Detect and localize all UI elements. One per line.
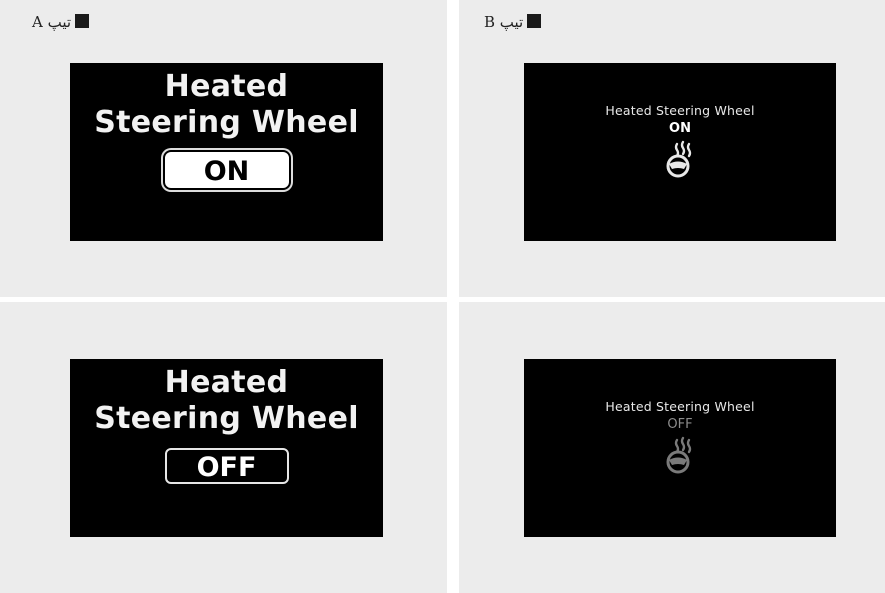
status-on-text: ON [669,121,691,136]
type-b-off-display: Heated Steering Wheel OFF [524,359,836,537]
display-title: Heated Steering Wheel [605,103,755,118]
status-on-badge: ON [164,152,289,188]
heated-steering-wheel-icon [666,140,692,178]
display-title: Heated Steering Wheel [94,69,359,140]
display-title: Heated Steering Wheel [605,399,755,414]
type-a-on-display: Heated Steering Wheel ON [70,63,383,241]
square-bullet-icon [75,14,90,28]
status-off-badge: OFF [164,448,289,484]
status-off-text: OFF [667,417,693,432]
display-title: Heated Steering Wheel [94,365,359,436]
type-b-label: تیپ B [484,13,542,31]
type-b-on-display: Heated Steering Wheel ON [524,63,836,241]
type-a-label: تیپ A [32,13,90,31]
manual-figure: تیپ A تیپ B Heated Steering Wheel ON Hea… [0,0,885,593]
square-bullet-icon [527,14,542,28]
heated-steering-wheel-icon [666,436,692,474]
type-a-off-display: Heated Steering Wheel OFF [70,359,383,537]
